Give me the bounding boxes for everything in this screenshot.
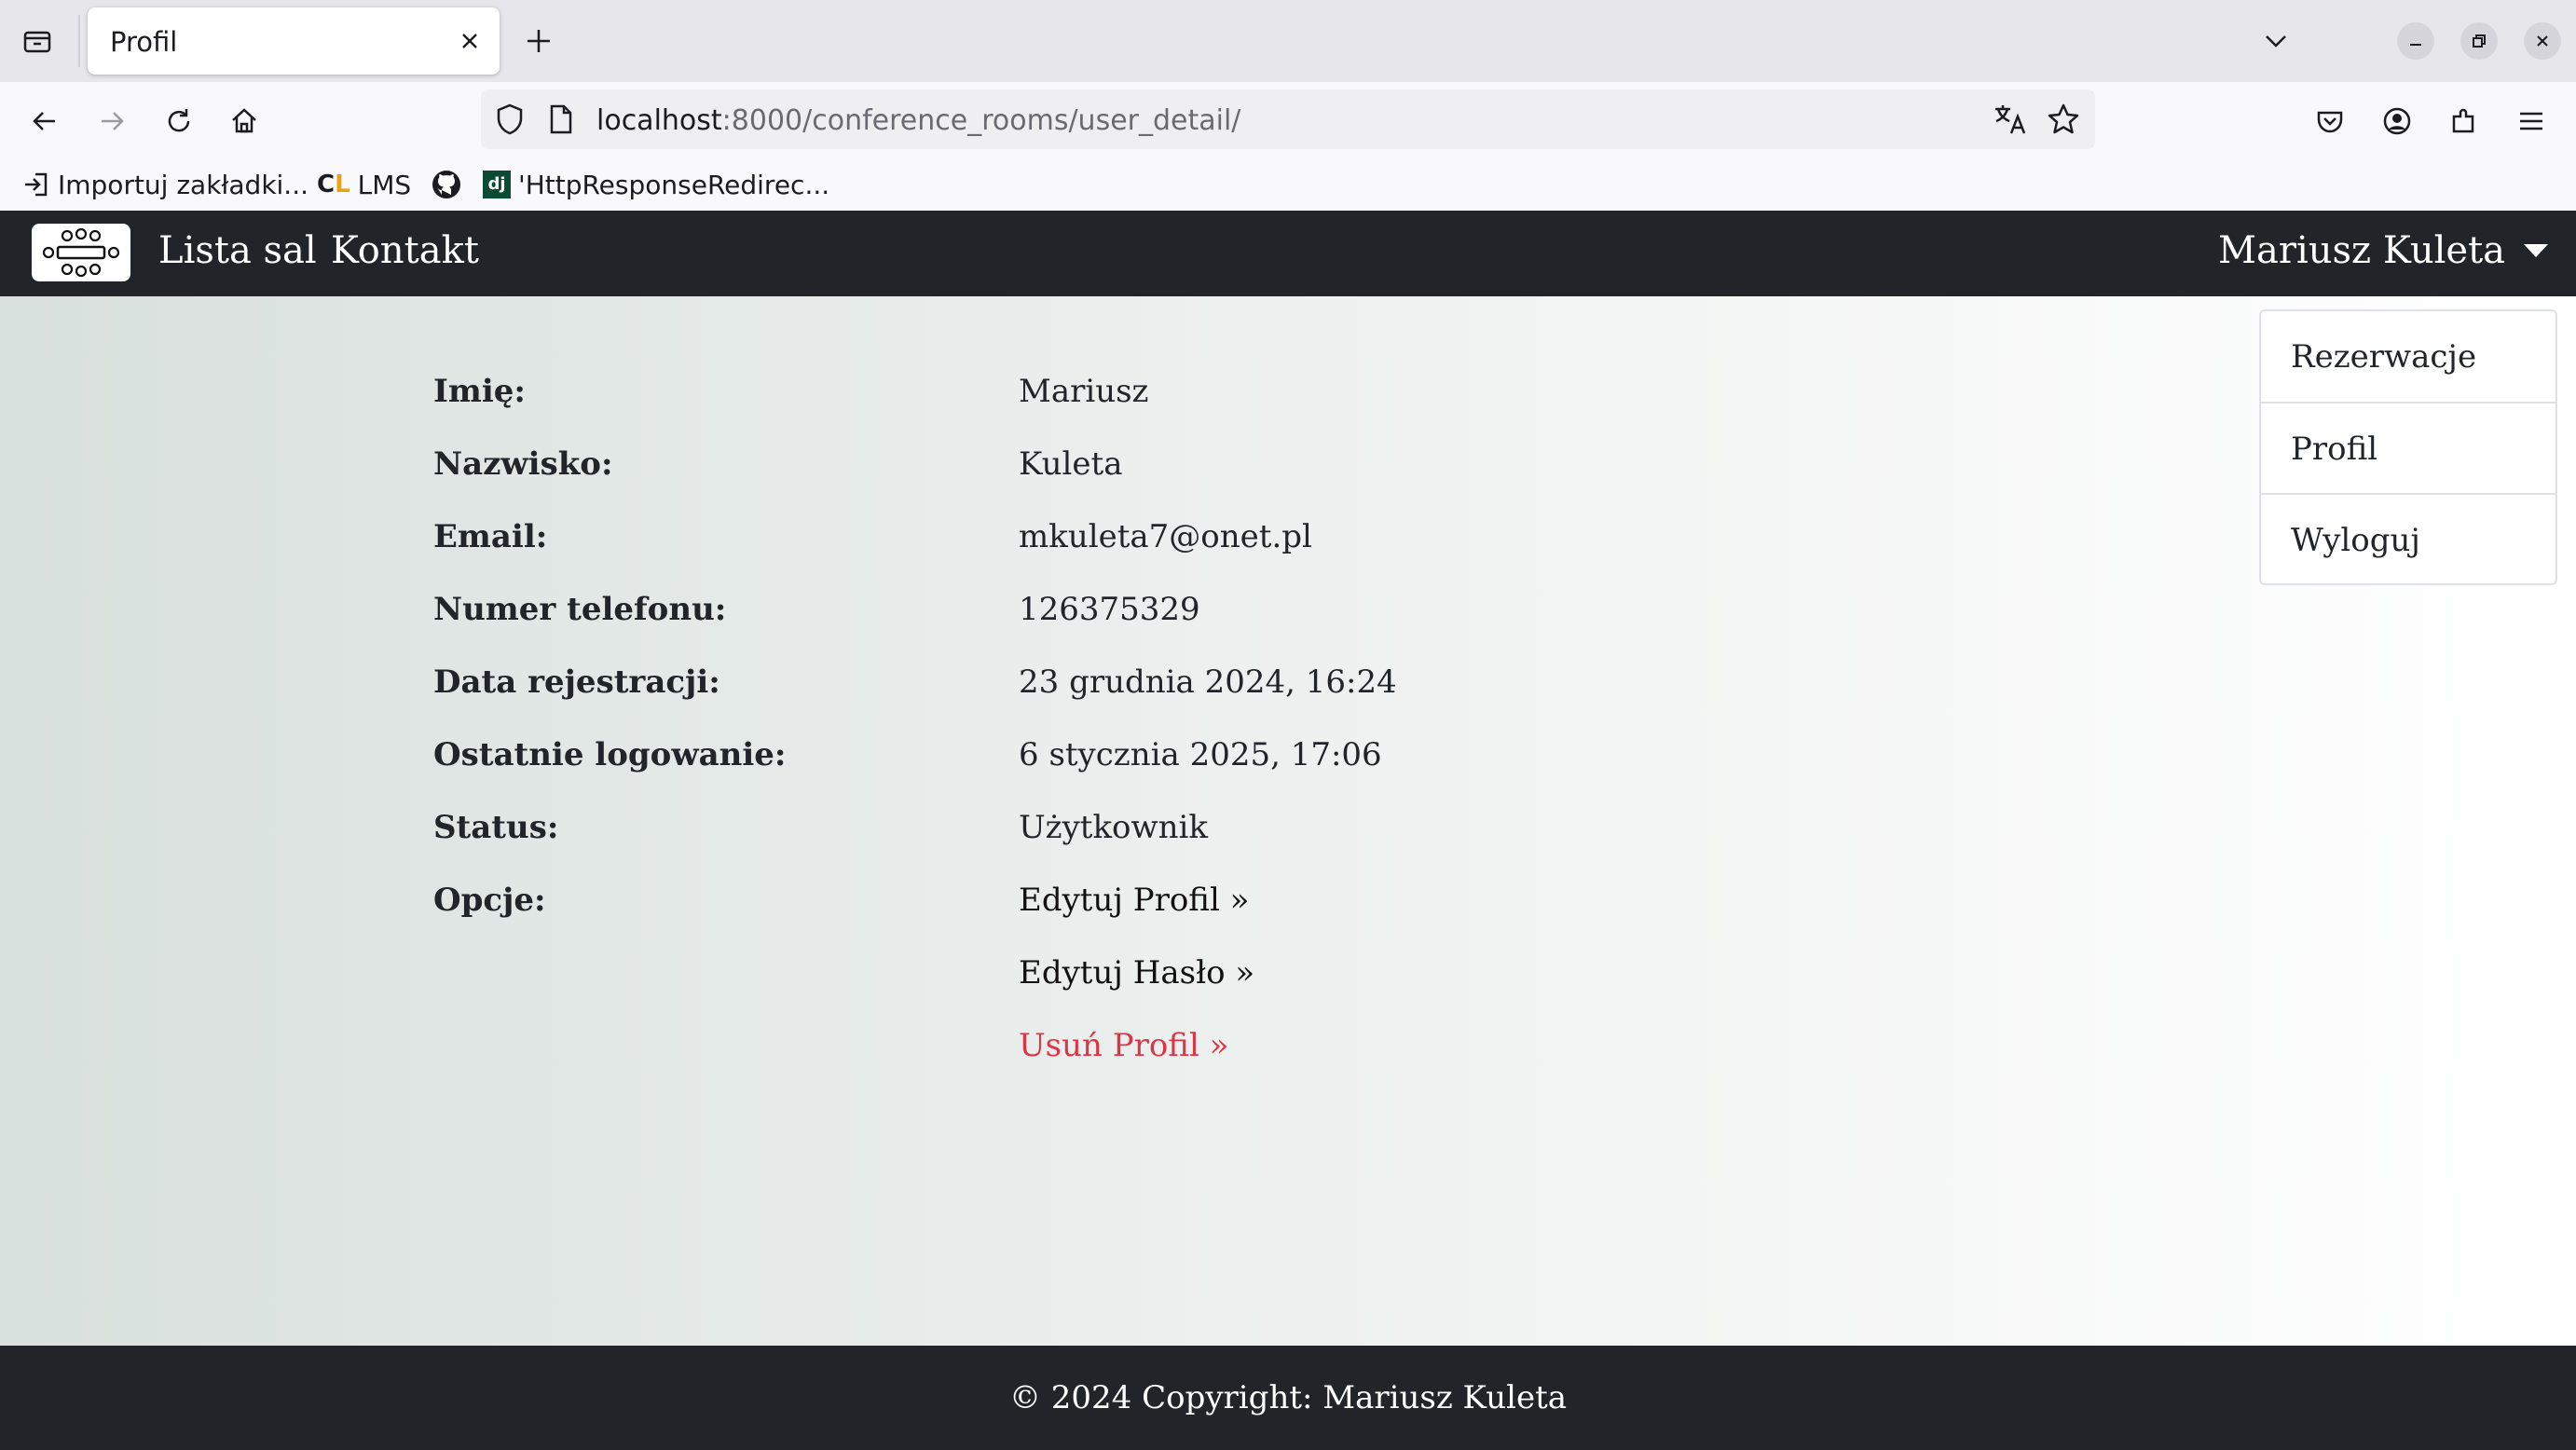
home-icon[interactable] [224, 101, 265, 142]
profile-row-ostatnie-logowanie: Ostatnie logowanie: 6 stycznia 2025, 17:… [433, 736, 1382, 773]
user-name: Mariusz Kuleta [2218, 229, 2505, 272]
user-menu-toggle[interactable]: Mariusz Kuleta [2218, 229, 2548, 272]
field-label: Ostatnie logowanie: [433, 736, 787, 773]
tab-title: Profil [110, 26, 178, 58]
field-label: Numer telefonu: [433, 591, 727, 628]
address-bar[interactable]: localhost:8000/conference_rooms/user_det… [481, 89, 2095, 149]
forward-arrow-icon[interactable] [91, 101, 132, 142]
bookmark-github[interactable] [431, 166, 470, 203]
field-label: Opcje: [433, 882, 546, 919]
bookmark-star-icon[interactable] [2047, 103, 2080, 140]
profile-row-data-rejestracji: Data rejestracji: 23 grudnia 2024, 16:24 [433, 663, 1397, 701]
dropdown-item-wyloguj[interactable]: Wyloguj [2261, 495, 2555, 585]
bookmark-label: 'HttpResponseRedirec... [518, 169, 830, 200]
minimize-icon[interactable] [2397, 22, 2434, 60]
tab-separator [78, 15, 80, 67]
browser-tab-bar: Profil [0, 0, 2576, 82]
profile-row-email: Email: mkuleta7@onet.pl [433, 518, 1312, 555]
import-icon [22, 171, 50, 198]
field-label: Nazwisko: [433, 445, 613, 483]
reload-icon[interactable] [158, 101, 199, 142]
back-arrow-icon[interactable] [24, 101, 65, 142]
bookmark-django[interactable]: dj 'HttpResponseRedirec... [483, 166, 829, 203]
extensions-icon[interactable] [2444, 101, 2485, 142]
bookmark-lms[interactable]: CL LMS [317, 166, 411, 203]
tab-list-icon[interactable] [17, 21, 58, 62]
field-label: Data rejestracji: [433, 663, 720, 701]
bookmark-import[interactable]: Importuj zakładki... [22, 166, 308, 203]
account-icon[interactable] [2377, 101, 2418, 142]
url-text[interactable]: localhost:8000/conference_rooms/user_det… [596, 104, 1240, 137]
url-host: localhost [596, 104, 722, 137]
url-path: :8000/conference_rooms/user_detail/ [721, 104, 1241, 137]
profile-row-telefon: Numer telefonu: 126375329 [433, 591, 1200, 628]
browser-toolbar: localhost:8000/conference_rooms/user_det… [0, 82, 2576, 158]
profile-row-status: Status: Użytkownik [433, 809, 1208, 846]
profile-row-opcje: Opcje: Edytuj Profil » [433, 882, 1249, 919]
site-navbar: Lista sal Kontakt Mariusz Kuleta [0, 211, 2576, 296]
page-info-icon[interactable] [548, 104, 574, 138]
dropdown-item-rezerwacje[interactable]: Rezerwacje [2261, 311, 2555, 402]
menu-hamburger-icon[interactable] [2511, 101, 2552, 142]
caret-down-icon [2524, 244, 2548, 257]
field-value: 126375329 [1019, 591, 1200, 628]
edit-profile-link[interactable]: Edytuj Profil » [1019, 882, 1249, 919]
bookmark-label: Importuj zakładki... [58, 169, 309, 200]
site-footer: © 2024 Copyright: Mariusz Kuleta [0, 1346, 2576, 1450]
brand-logo-conference-icon[interactable] [32, 224, 130, 281]
pocket-icon[interactable] [2309, 101, 2350, 142]
github-icon [431, 169, 462, 200]
django-icon: dj [483, 171, 511, 198]
field-value: mkuleta7@onet.pl [1019, 518, 1312, 555]
nav-link-lista-sal[interactable]: Lista sal [158, 229, 317, 272]
field-value: 6 stycznia 2025, 17:06 [1019, 736, 1382, 773]
main-content: Imię: Mariusz Nazwisko: Kuleta Email: mk… [0, 296, 2576, 1346]
field-label: Status: [433, 809, 559, 846]
translate-icon[interactable] [1993, 103, 2028, 140]
close-tab-icon[interactable] [457, 28, 483, 54]
profile-row-nazwisko: Nazwisko: Kuleta [433, 445, 1122, 483]
footer-copyright: © 2024 Copyright: Mariusz Kuleta [1008, 1379, 1568, 1416]
field-value: Mariusz [1019, 373, 1149, 410]
shield-icon[interactable] [494, 103, 526, 140]
delete-profile-link[interactable]: Usuń Profil » [1019, 1027, 1228, 1064]
user-dropdown-menu: Rezerwacje Profil Wyloguj [2259, 309, 2557, 585]
dropdown-item-profil[interactable]: Profil [2261, 404, 2555, 494]
new-tab-plus-icon[interactable] [518, 21, 559, 62]
restore-icon[interactable] [2460, 22, 2498, 60]
bookmark-label: LMS [357, 169, 412, 200]
bookmarks-bar: Importuj zakładki... CL LMS dj 'HttpResp… [0, 158, 2576, 211]
profile-row-imie: Imię: Mariusz [433, 373, 1148, 410]
close-window-icon[interactable] [2524, 22, 2561, 60]
field-label: Email: [433, 518, 548, 555]
nav-link-kontakt[interactable]: Kontakt [331, 229, 479, 272]
browser-tab-profil[interactable]: Profil [88, 7, 500, 75]
field-label: Imię: [433, 373, 526, 410]
field-value: Użytkownik [1019, 809, 1208, 846]
cl-logo-icon: CL [317, 171, 350, 198]
list-all-tabs-chevron-icon[interactable] [2255, 21, 2296, 62]
edit-password-link[interactable]: Edytuj Hasło » [1019, 954, 1254, 992]
field-value: 23 grudnia 2024, 16:24 [1019, 663, 1397, 701]
field-value: Kuleta [1019, 445, 1123, 483]
